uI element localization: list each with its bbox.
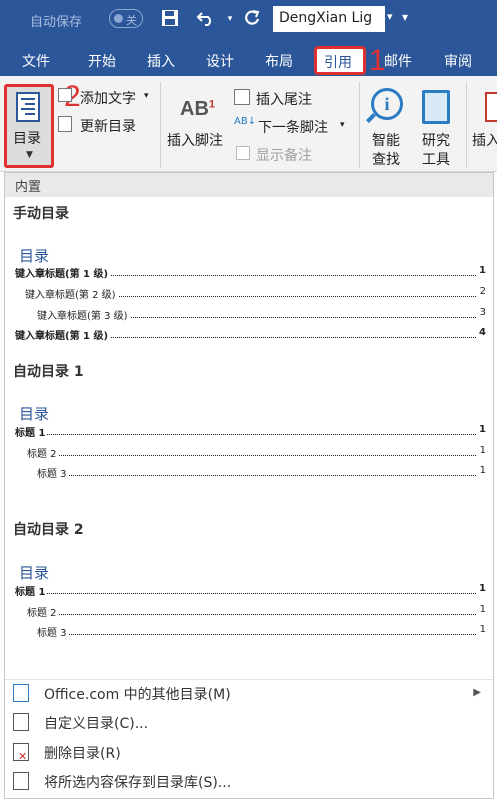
- title-bar: 自动保存 关 ▾ DengXian Lig ▾ ▾: [0, 0, 497, 42]
- manual-toc-line[interactable]: 键入章标题(第 1 级) 1: [15, 265, 486, 280]
- ribbon-tabs: 文件 开始 插入 设计 布局 邮件 审阅: [0, 42, 497, 76]
- save-icon[interactable]: [160, 9, 180, 29]
- ribbon-separator: [466, 82, 467, 168]
- autosave-state: 关: [126, 14, 137, 27]
- undo-dropdown-icon[interactable]: ▾: [220, 9, 240, 29]
- smart-lookup-label-1[interactable]: 智能: [372, 130, 400, 150]
- custom-toc-label: 自定义目录(C)...: [44, 716, 149, 732]
- ribbon-separator: [160, 82, 161, 168]
- step-1-annotation: 1: [369, 44, 386, 77]
- research-label-1[interactable]: 研究: [422, 130, 450, 150]
- auto-toc-2-line[interactable]: 标题 31: [37, 624, 486, 639]
- manual-toc-line[interactable]: 键入章标题(第 2 级) 2: [25, 286, 486, 301]
- toc-dropdown-icon: ▼: [26, 150, 33, 160]
- toc-gallery-dropdown: 内置 手动目录 目录 键入章标题(第 1 级) 1 键入章标题(第 2 级) 2 键…: [4, 172, 494, 799]
- manual-toc-title[interactable]: 手动目录: [13, 203, 69, 223]
- auto-toc-1-heading: 目录: [19, 405, 50, 423]
- auto-toc-1-line[interactable]: 标题 21: [27, 445, 486, 460]
- add-text-button[interactable]: 添加文字: [80, 88, 136, 108]
- save-to-gallery-label: 将所选内容保存到目录库(S)...: [44, 775, 232, 791]
- insert-endnote-button[interactable]: 插入尾注: [256, 89, 312, 109]
- toc-button-label: 目录: [13, 131, 41, 147]
- tab-home[interactable]: 开始: [88, 51, 116, 71]
- redo-icon[interactable]: [242, 9, 262, 29]
- update-toc-icon: [58, 116, 72, 132]
- auto-toc-2-line[interactable]: 标题 11: [15, 583, 486, 598]
- office-toc-icon: [13, 684, 29, 702]
- office-more-toc-item[interactable]: Office.com 中的其他目录(M) ▶: [5, 679, 493, 707]
- autosave-label: 自动保存: [30, 15, 83, 30]
- insert-footnote-icon: AB1: [180, 98, 216, 120]
- custom-toc-item[interactable]: 自定义目录(C)...: [5, 708, 493, 736]
- insert-footnote-button[interactable]: 插入脚注: [167, 130, 223, 150]
- research-label-2[interactable]: 工具: [422, 149, 450, 169]
- tab-mailings[interactable]: 邮件: [384, 51, 412, 71]
- tab-file[interactable]: 文件: [22, 51, 50, 71]
- font-name-input[interactable]: DengXian Lig: [273, 6, 385, 32]
- smart-lookup-label-2[interactable]: 查找: [372, 149, 400, 169]
- auto-toc-2-line[interactable]: 标题 21: [27, 604, 486, 619]
- insert-citation-button[interactable]: 插入: [472, 130, 497, 150]
- tab-insert[interactable]: 插入: [147, 51, 175, 71]
- remove-x-icon: ✕: [18, 750, 28, 763]
- insert-citation-icon: [485, 92, 497, 122]
- tab-review[interactable]: 审阅: [444, 51, 472, 71]
- add-text-icon: [58, 88, 72, 102]
- tab-layout[interactable]: 布局: [265, 51, 293, 71]
- custom-toc-icon: [13, 713, 29, 731]
- tab-design[interactable]: 设计: [206, 51, 234, 71]
- save-to-gallery-item[interactable]: 将所选内容保存到目录库(S)...: [5, 767, 493, 795]
- autosave-toggle[interactable]: 关: [109, 9, 143, 28]
- tab-references[interactable]: 引用: [324, 52, 352, 72]
- auto-toc-2-heading: 目录: [19, 564, 50, 582]
- submenu-arrow-icon: ▶: [473, 687, 481, 698]
- toggle-knob: [114, 14, 123, 23]
- auto-toc-1-title[interactable]: 自动目录 1: [13, 361, 84, 381]
- show-notes-button: 显示备注: [256, 148, 312, 164]
- auto-toc-1-line[interactable]: 标题 11: [15, 424, 486, 439]
- builtin-label: 内置: [15, 180, 42, 195]
- research-icon: [422, 90, 450, 124]
- next-footnote-button[interactable]: 下一条脚注: [258, 117, 328, 137]
- ribbon-separator: [359, 82, 360, 168]
- next-footnote-dropdown-icon[interactable]: ▾: [340, 120, 345, 130]
- show-notes-icon: [236, 146, 250, 160]
- update-toc-button[interactable]: 更新目录: [80, 116, 136, 136]
- toc-icon: [16, 92, 40, 122]
- undo-icon[interactable]: [196, 9, 216, 29]
- add-text-dropdown-icon[interactable]: ▾: [144, 91, 149, 101]
- font-dropdown-icon[interactable]: ▾: [387, 10, 393, 23]
- auto-toc-1-line[interactable]: 标题 31: [37, 465, 486, 480]
- auto-toc-2-title[interactable]: 自动目录 2: [13, 519, 84, 539]
- manual-toc-heading: 目录: [19, 247, 50, 265]
- insert-endnote-icon: [234, 89, 250, 105]
- office-more-toc-label: Office.com 中的其他目录(M): [44, 687, 231, 703]
- remove-toc-label: 删除目录(R): [44, 746, 121, 762]
- customize-quick-access-icon[interactable]: ▾: [402, 10, 408, 24]
- manual-toc-line[interactable]: 键入章标题(第 3 级) 3: [37, 307, 486, 322]
- builtin-header: 内置: [5, 173, 493, 197]
- remove-toc-item[interactable]: ✕ 删除目录(R): [5, 738, 493, 766]
- manual-toc-line[interactable]: 键入章标题(第 1 级) 4: [15, 327, 486, 342]
- save-gallery-icon: [13, 772, 29, 790]
- next-footnote-icon: AB↓: [234, 116, 257, 127]
